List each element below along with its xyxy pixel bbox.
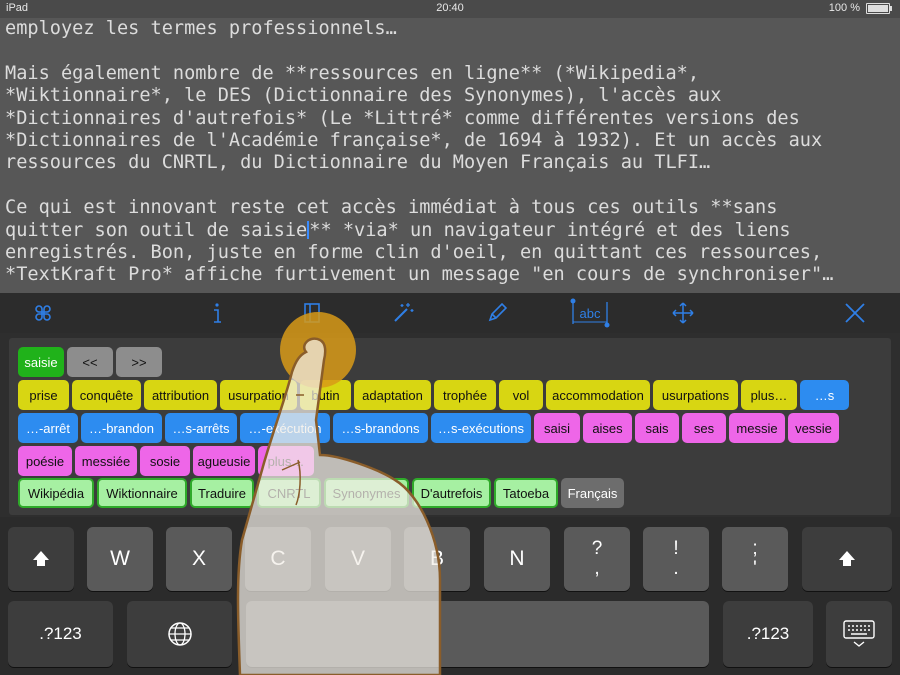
next-suggestions-button[interactable]: >> (116, 347, 162, 377)
editor-line: enregistrés. Bon, juste en forme clin d'… (5, 241, 823, 263)
language-selector[interactable]: Français (561, 478, 624, 508)
more-suggestions-chip[interactable]: plus… (258, 446, 314, 476)
command-icon[interactable] (28, 299, 58, 327)
key-question-comma[interactable]: ? , (564, 527, 630, 591)
suggestion-chip[interactable]: conquête (72, 380, 141, 410)
battery-indicator: 100 % (828, 2, 892, 14)
resource-link-tatoeba[interactable]: Tatoeba (494, 478, 558, 508)
suggestion-chip[interactable]: messie (729, 413, 785, 443)
suggestion-chip[interactable]: …-brandon (81, 413, 162, 443)
suggestion-chip[interactable]: attribution (144, 380, 217, 410)
abc-label: abc (580, 306, 601, 321)
suggestion-panel: saisie << >> prise conquête attribution … (9, 338, 891, 515)
editor-line: ressources du CNRTL, du Dictionnaire du … (5, 152, 711, 174)
editor-line: Ce qui est innovant reste cet accès immé… (5, 197, 778, 219)
info-icon[interactable] (202, 299, 232, 327)
space-bar[interactable] (246, 601, 709, 667)
battery-icon (866, 2, 892, 14)
resource-link-wiktionnaire[interactable]: Wiktionnaire (97, 478, 187, 508)
key-b[interactable]: B (404, 527, 470, 591)
current-word-chip[interactable]: saisie (18, 347, 64, 377)
editor-line: Mais également nombre de **ressources en… (5, 62, 700, 84)
key-v[interactable]: V (325, 527, 391, 591)
hide-keyboard-key[interactable] (826, 601, 892, 667)
editor-toolbar: abc (0, 293, 900, 333)
status-bar: iPad 20:40 100 % (0, 0, 900, 18)
suggestion-row-compounds: …-arrêt …-brandon …s-arrêts …-exécution … (18, 413, 839, 443)
key-exclaim-period[interactable]: ! . (643, 527, 709, 591)
caret-line-after: ** *via* un navigateur intégré et des li… (309, 219, 791, 241)
move-icon[interactable] (668, 299, 698, 327)
key-c[interactable]: C (245, 527, 311, 591)
editor-line: *Wiktionnaire*, le DES (Dictionnaire des… (5, 85, 722, 107)
suggestion-chip[interactable]: butin (300, 380, 351, 410)
suggestion-chip[interactable]: adaptation (354, 380, 431, 410)
suggestion-chip[interactable]: messiée (75, 446, 137, 476)
suggestion-chip[interactable]: prise (18, 380, 69, 410)
battery-percent: 100 % (828, 2, 860, 14)
resource-links-row: Wikipédia Wiktionnaire Traduire CNRTL Sy… (18, 478, 624, 508)
suggestion-chip[interactable]: vol (499, 380, 543, 410)
suggestion-chip[interactable]: …s-arrêts (165, 413, 237, 443)
suggestion-chip[interactable]: vessie (788, 413, 839, 443)
editor-line: *Dictionnaires d'autrefois* (Le *Littré*… (5, 107, 800, 129)
text-editor[interactable]: employez les termes professionnels… Mais… (0, 18, 900, 293)
suggestion-chip[interactable]: …s (800, 380, 849, 410)
key-n[interactable]: N (484, 527, 550, 591)
resource-link-dautrefois[interactable]: D'autrefois (412, 478, 491, 508)
key-w[interactable]: W (87, 527, 153, 591)
resource-link-cnrtl[interactable]: CNRTL (257, 478, 321, 508)
suggestion-chip[interactable]: sosie (140, 446, 190, 476)
keyboard-dismiss-icon (843, 620, 875, 647)
more-suggestions-chip[interactable]: plus… (741, 380, 797, 410)
suggestion-chip[interactable]: sais (635, 413, 679, 443)
suggestion-row-synonyms: prise conquête attribution usurpation bu… (18, 380, 849, 410)
resource-link-traduire[interactable]: Traduire (190, 478, 254, 508)
suggestion-row-rhymes: poésie messiée sosie agueusie plus… (18, 446, 314, 476)
editor-line: employez les termes professionnels… (5, 18, 397, 39)
suggestion-row-nav: saisie << >> (18, 347, 162, 377)
globe-icon (167, 622, 192, 646)
prev-suggestions-button[interactable]: << (67, 347, 113, 377)
abc-selection-icon[interactable]: abc (566, 298, 614, 328)
shift-key-right[interactable] (802, 527, 892, 591)
editor-line-with-caret: quitter son outil de saisie ** *via* un n… (0, 220, 900, 242)
clock: 20:40 (436, 2, 464, 14)
suggestion-chip[interactable]: agueusie (193, 446, 255, 476)
globe-key[interactable] (127, 601, 232, 667)
on-screen-keyboard: W X C V B N ? , ! . ; ' .?123 .?123 (0, 517, 900, 675)
shift-arrow-icon (33, 551, 49, 566)
key-semicolon-apostrophe[interactable]: ; ' (722, 527, 788, 591)
numbers-key-right[interactable]: .?123 (723, 601, 813, 667)
key-x[interactable]: X (166, 527, 232, 591)
suggestion-chip[interactable]: poésie (18, 446, 72, 476)
suggestion-chip[interactable]: …s-exécutions (431, 413, 531, 443)
suggestion-chip[interactable]: trophée (434, 380, 496, 410)
resource-link-synonymes[interactable]: Synonymes (324, 478, 409, 508)
magic-wand-icon[interactable] (388, 299, 418, 327)
suggestion-chip[interactable]: …s-brandons (333, 413, 428, 443)
editor-line: *TextKraft Pro* affiche furtivement un m… (5, 264, 834, 286)
numbers-key-left[interactable]: .?123 (8, 601, 113, 667)
suggestion-chip[interactable]: …-arrêt (18, 413, 78, 443)
pencil-icon[interactable] (482, 299, 512, 327)
suggestion-chip[interactable]: accommodation (546, 380, 650, 410)
suggestion-chip[interactable]: usurpation (220, 380, 297, 410)
suggestion-chip[interactable]: saisi (534, 413, 580, 443)
suggestion-chip[interactable]: usurpations (653, 380, 738, 410)
caret-line-before: quitter son outil de saisie (5, 219, 308, 241)
suggestion-chip[interactable]: …-exécution (240, 413, 330, 443)
shift-arrow-icon (839, 551, 855, 566)
shift-key-left[interactable] (8, 527, 74, 591)
suggestion-chip[interactable]: ses (682, 413, 726, 443)
suggestion-chip[interactable]: aises (583, 413, 632, 443)
editor-line: *Dictionnaires de l'Académie française*,… (5, 129, 823, 151)
book-icon[interactable] (297, 299, 327, 327)
resource-link-wikipedia[interactable]: Wikipédia (18, 478, 94, 508)
close-icon[interactable] (840, 299, 870, 327)
